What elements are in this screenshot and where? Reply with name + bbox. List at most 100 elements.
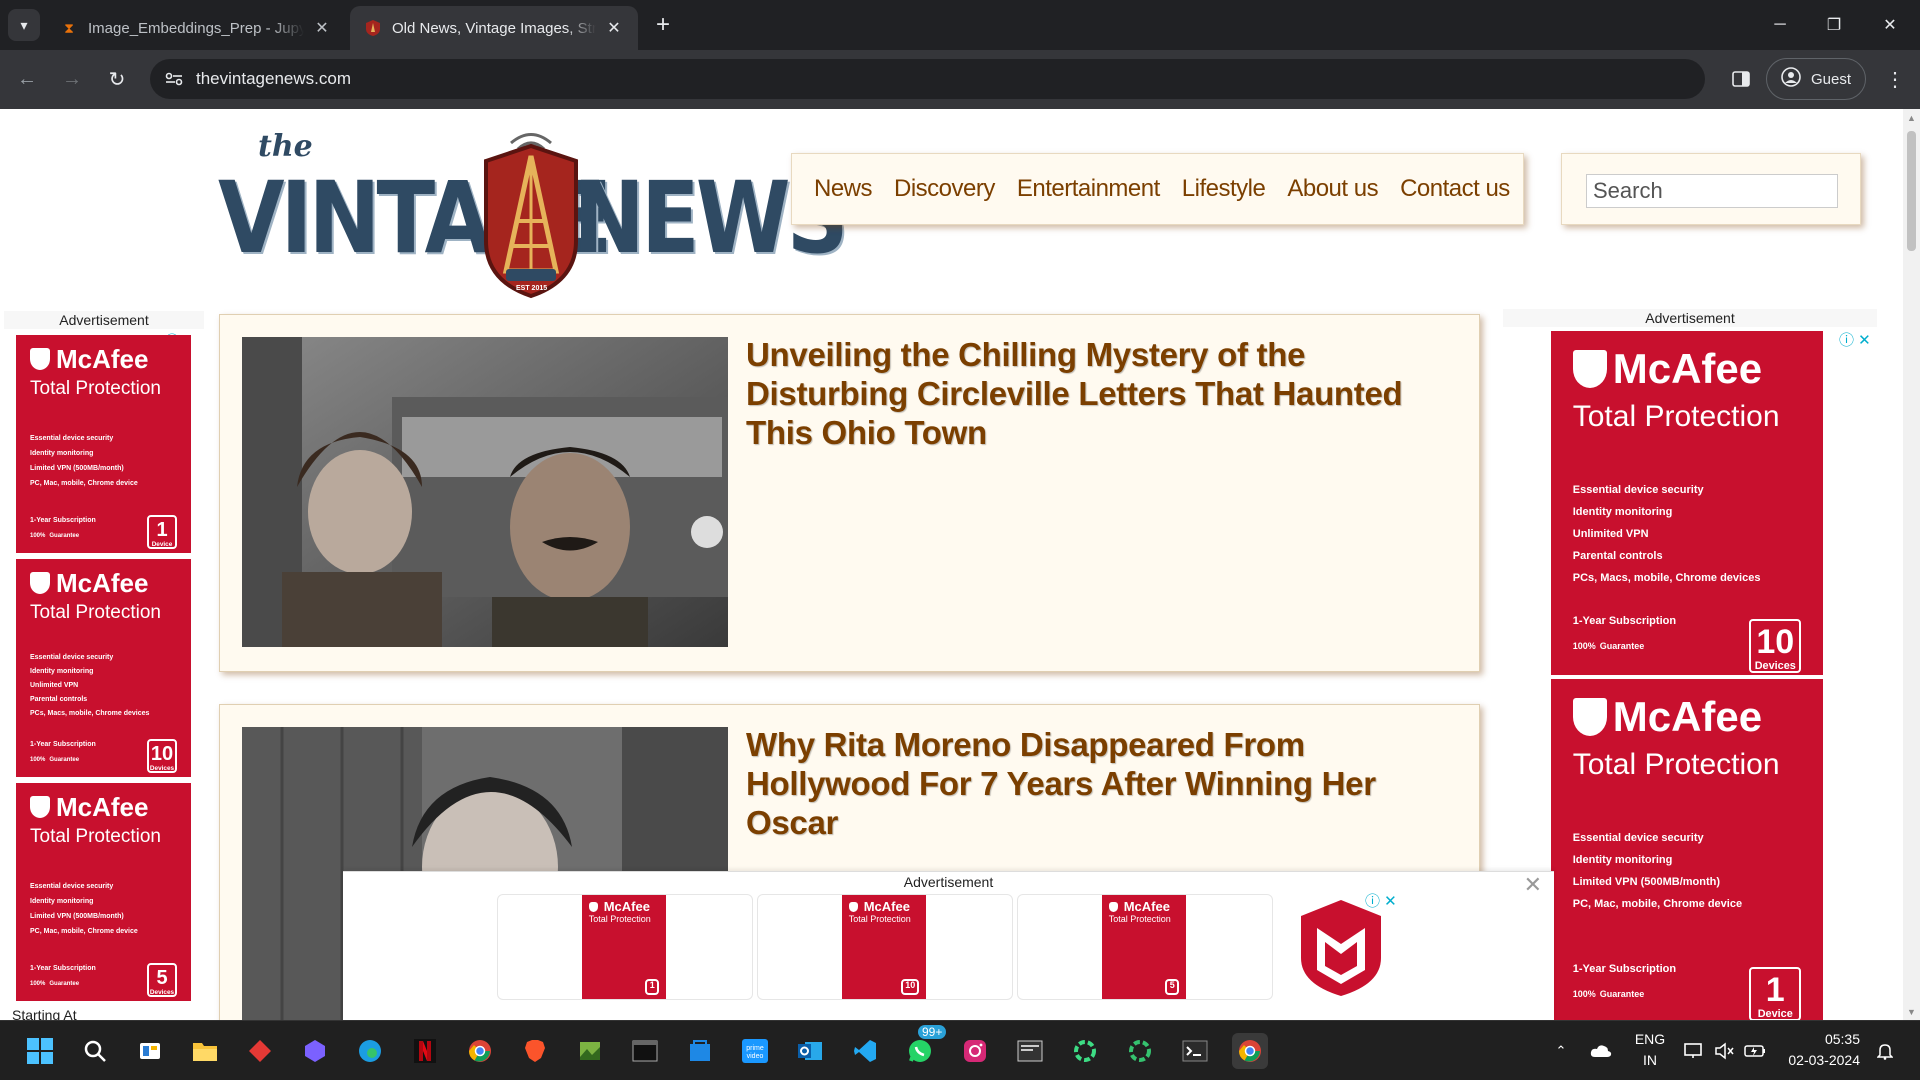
close-tab-icon[interactable]: ✕	[604, 18, 624, 38]
right-ad-column: Advertisement ⓘ ✕ McAfee Total Protectio…	[1503, 309, 1877, 1020]
nav-about-us[interactable]: About us	[1287, 175, 1378, 203]
search-box	[1561, 153, 1861, 225]
browser-tab-bar: ▾ ⧗ Image_Embeddings_Prep - Jupyter ✕ Ol…	[0, 0, 1920, 50]
browser-menu-icon[interactable]: ⋮	[1880, 64, 1910, 94]
mcafee-ad-left-3[interactable]: McAfee Total Protection Essential device…	[16, 783, 191, 1001]
nav-contact-us[interactable]: Contact us	[1400, 175, 1510, 203]
tab-jupyter[interactable]: ⧗ Image_Embeddings_Prep - Jupyter ✕	[46, 6, 346, 50]
terminal-app-icon[interactable]	[627, 1033, 663, 1069]
ad-subscription: 1-Year Subscription	[1572, 963, 1677, 975]
ad-choices-icon[interactable]: ⓘ ✕	[1839, 329, 1871, 350]
back-button[interactable]: ←	[10, 62, 44, 96]
ad-feature: Limited VPN (500MB/month)	[1572, 876, 1721, 888]
vscode-icon[interactable]	[847, 1033, 883, 1069]
ad-product: Total Protection	[30, 378, 161, 399]
language-text: ENG	[1634, 1031, 1666, 1047]
close-ad-icon[interactable]: ✕	[1524, 872, 1542, 898]
store-app-icon[interactable]	[682, 1033, 718, 1069]
system-clock[interactable]: 05:35 02-03-2024	[1780, 1029, 1860, 1071]
mcafee-shield-icon	[30, 348, 50, 371]
close-window-button[interactable]: ✕	[1862, 0, 1918, 50]
reload-button[interactable]: ↻	[100, 62, 134, 96]
svg-text:video: video	[747, 1053, 764, 1060]
mcafee-ad-right-1[interactable]: McAfee Total Protection Essential device…	[1551, 331, 1823, 675]
page-scrollbar[interactable]: ▲ ▼	[1903, 109, 1920, 1020]
ad-label: Advertisement	[4, 311, 204, 329]
onedrive-cloud-icon[interactable]	[1584, 1021, 1618, 1080]
site-info-icon[interactable]	[160, 65, 188, 93]
article-image[interactable]	[242, 337, 728, 647]
nav-lifestyle[interactable]: Lifestyle	[1182, 175, 1266, 203]
site-logo[interactable]: the VINTAGE NEWS EST 2015	[218, 121, 849, 301]
windows-terminal-icon[interactable]	[1177, 1033, 1213, 1069]
volume-muted-icon[interactable]	[1710, 1021, 1738, 1080]
ad-product: Total Protection	[1572, 748, 1780, 781]
ad-feature: Identity monitoring	[30, 668, 94, 675]
minimize-button[interactable]: ─	[1752, 0, 1808, 50]
ad-guarantee: 100% Guarantee	[1572, 641, 1645, 651]
tab-title: Old News, Vintage Images, Strange Storie…	[392, 19, 596, 37]
article-title[interactable]: Unveiling the Chilling Mystery of the Di…	[746, 335, 1446, 452]
chrome-icon[interactable]	[462, 1033, 498, 1069]
brave-icon[interactable]	[517, 1033, 553, 1069]
scrollbar-thumb[interactable]	[1907, 131, 1916, 251]
ad-feature: Parental controls	[30, 696, 88, 703]
app-red-diamond-icon[interactable]	[242, 1033, 278, 1069]
ad-guarantee: 100% Guarantee	[30, 533, 80, 539]
search-input[interactable]	[1586, 174, 1838, 208]
close-tab-icon[interactable]: ✕	[312, 18, 332, 38]
show-hidden-icons-icon[interactable]: ⌃	[1546, 1021, 1576, 1080]
image-viewer-icon[interactable]	[572, 1033, 608, 1069]
widgets-icon[interactable]	[132, 1033, 168, 1069]
scroll-up-icon[interactable]: ▲	[1903, 109, 1920, 126]
search-icon[interactable]	[77, 1033, 113, 1069]
scroll-down-icon[interactable]: ▼	[1903, 1003, 1920, 1020]
ad-brand: McAfee	[56, 791, 149, 822]
article-card[interactable]: Unveiling the Chilling Mystery of the Di…	[219, 314, 1480, 672]
forward-button[interactable]: →	[55, 62, 89, 96]
outlook-icon[interactable]	[792, 1033, 828, 1069]
mcafee-logo-icon[interactable]	[1295, 898, 1387, 998]
mcafee-ad-left-1[interactable]: McAfee Total Protection Essential device…	[16, 335, 191, 553]
clock-date: 02-03-2024	[1788, 1052, 1860, 1068]
mcafee-ad-left-2[interactable]: McAfee Total Protection Essential device…	[16, 559, 191, 777]
app-window-icon[interactable]	[1012, 1033, 1048, 1069]
input-language[interactable]: ENG IN	[1630, 1029, 1670, 1071]
nav-entertainment[interactable]: Entertainment	[1017, 175, 1160, 203]
profile-label: Guest	[1811, 70, 1852, 88]
network-icon[interactable]	[1680, 1021, 1708, 1080]
netflix-icon[interactable]	[407, 1033, 443, 1069]
logo-the-text: the	[258, 129, 313, 164]
profile-button[interactable]: Guest	[1766, 58, 1866, 100]
nav-news[interactable]: News	[814, 175, 873, 203]
app-ring-2-icon[interactable]	[1122, 1033, 1158, 1069]
instagram-icon[interactable]	[957, 1033, 993, 1069]
address-bar[interactable]: thevintagenews.com	[150, 59, 1705, 99]
ad-slot[interactable]: McAfee Total Protection 10	[757, 894, 1013, 1000]
windows-start-icon[interactable]	[22, 1033, 58, 1069]
article-title[interactable]: Why Rita Moreno Disappeared From Hollywo…	[746, 725, 1446, 842]
ad-device-count: 1 Device	[1749, 967, 1802, 1020]
restore-button[interactable]: ❐	[1806, 0, 1862, 50]
new-tab-button[interactable]: +	[648, 10, 678, 40]
chrome-active-icon[interactable]	[1232, 1033, 1268, 1069]
app-hexagon-icon[interactable]	[297, 1033, 333, 1069]
file-explorer-icon[interactable]	[187, 1033, 223, 1069]
prime-video-icon[interactable]: prime video	[737, 1033, 773, 1069]
ad-feature: Unlimited VPN	[30, 682, 79, 689]
ad-slot[interactable]: McAfee Total Protection 1	[497, 894, 753, 1000]
mcafee-ad-right-2[interactable]: McAfee Total Protection Essential device…	[1551, 679, 1823, 1020]
tab-vintage-news[interactable]: Old News, Vintage Images, Strange Storie…	[350, 6, 638, 50]
mcafee-mini-ad: McAfee Total Protection 5	[1102, 895, 1186, 999]
edge-browser-icon[interactable]	[352, 1033, 388, 1069]
nav-discovery[interactable]: Discovery	[894, 175, 995, 203]
ad-feature: Identity monitoring	[1572, 854, 1673, 866]
tab-search-menu-button[interactable]: ▾	[8, 9, 40, 41]
notification-bell-icon[interactable]	[1870, 1021, 1900, 1080]
ad-feature: PCs, Macs, mobile, Chrome devices	[1572, 572, 1761, 584]
app-ring-icon[interactable]	[1067, 1033, 1103, 1069]
ad-slot[interactable]: McAfee Total Protection 5	[1017, 894, 1273, 1000]
battery-icon[interactable]	[1740, 1021, 1770, 1080]
side-panel-icon[interactable]	[1726, 64, 1756, 94]
ad-choices-icon[interactable]: ⓘ ✕	[1365, 890, 1397, 911]
